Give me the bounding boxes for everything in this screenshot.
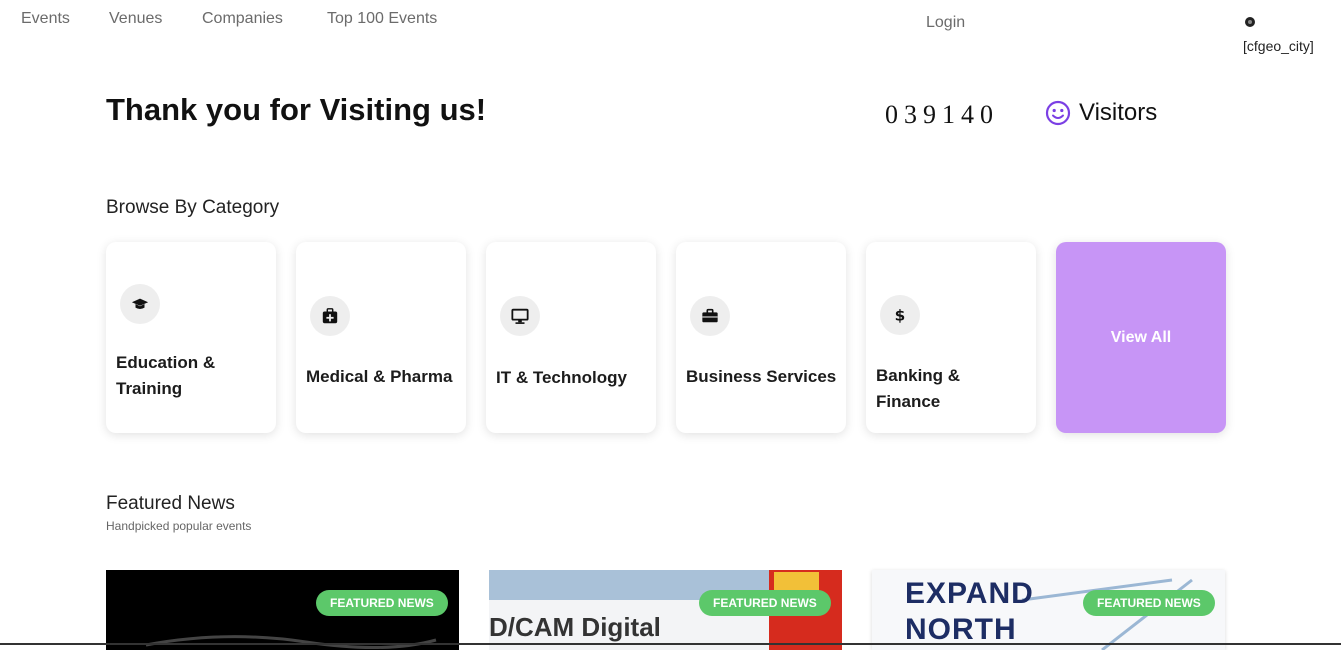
briefcase-icon <box>690 296 730 336</box>
featured-badge: FEATURED NEWS <box>316 590 448 616</box>
visitor-counter: 039140 <box>885 100 999 129</box>
featured-badge: FEATURED NEWS <box>699 590 831 616</box>
featured-news-heading: Featured News <box>106 493 235 514</box>
nav-companies-link[interactable]: Companies <box>202 10 283 28</box>
news-image-text: EXPAND NORTH <box>905 577 1034 646</box>
category-card-medical[interactable]: Medical & Pharma <box>296 242 466 433</box>
svg-text:$: $ <box>895 306 906 324</box>
news-card[interactable]: D/CAM Digital FEATURED NEWS <box>489 570 842 650</box>
visitors-label-group: Visitors <box>1045 99 1157 127</box>
view-all-button[interactable]: View All <box>1056 242 1226 433</box>
news-image-text: D/CAM Digital <box>489 612 661 642</box>
category-card-education[interactable]: Education & Training <box>106 242 276 433</box>
category-label: Banking & Finance <box>876 366 961 411</box>
nav-top100-link[interactable]: Top 100 Events <box>327 10 437 28</box>
monitor-icon <box>500 296 540 336</box>
category-card-banking[interactable]: $ Banking & Finance <box>866 242 1036 433</box>
geo-widget: [cfgeo_city] <box>1243 16 1314 54</box>
graduation-cap-icon <box>120 284 160 324</box>
news-card[interactable]: EXPAND NORTH FEATURED NEWS <box>872 570 1225 650</box>
category-label: Medical & Pharma <box>306 367 453 386</box>
visitors-label: Visitors <box>1079 99 1158 126</box>
nav-venues-link[interactable]: Venues <box>109 10 162 28</box>
category-card-it[interactable]: IT & Technology <box>486 242 656 433</box>
featured-badge: FEATURED NEWS <box>1083 590 1215 616</box>
featured-news-subtitle: Handpicked popular events <box>106 519 252 533</box>
category-card-business[interactable]: Business Services <box>676 242 846 433</box>
page-title: Thank you for Visiting us! <box>106 92 487 127</box>
browse-category-heading: Browse By Category <box>106 197 280 218</box>
medical-kit-icon <box>310 296 350 336</box>
nav-events-link[interactable]: Events <box>21 10 70 28</box>
globe-icon <box>1245 17 1255 27</box>
category-label: Education & Training <box>116 353 216 398</box>
dollar-icon: $ <box>880 295 920 335</box>
smiley-icon <box>1045 100 1071 126</box>
view-all-label: View All <box>1110 328 1172 346</box>
news-card[interactable]: FEATURED NEWS <box>106 570 459 650</box>
category-label: Business Services <box>686 367 837 386</box>
category-label: IT & Technology <box>496 368 627 387</box>
login-link[interactable]: Login <box>926 14 965 32</box>
geo-city-text: [cfgeo_city] <box>1243 38 1314 54</box>
